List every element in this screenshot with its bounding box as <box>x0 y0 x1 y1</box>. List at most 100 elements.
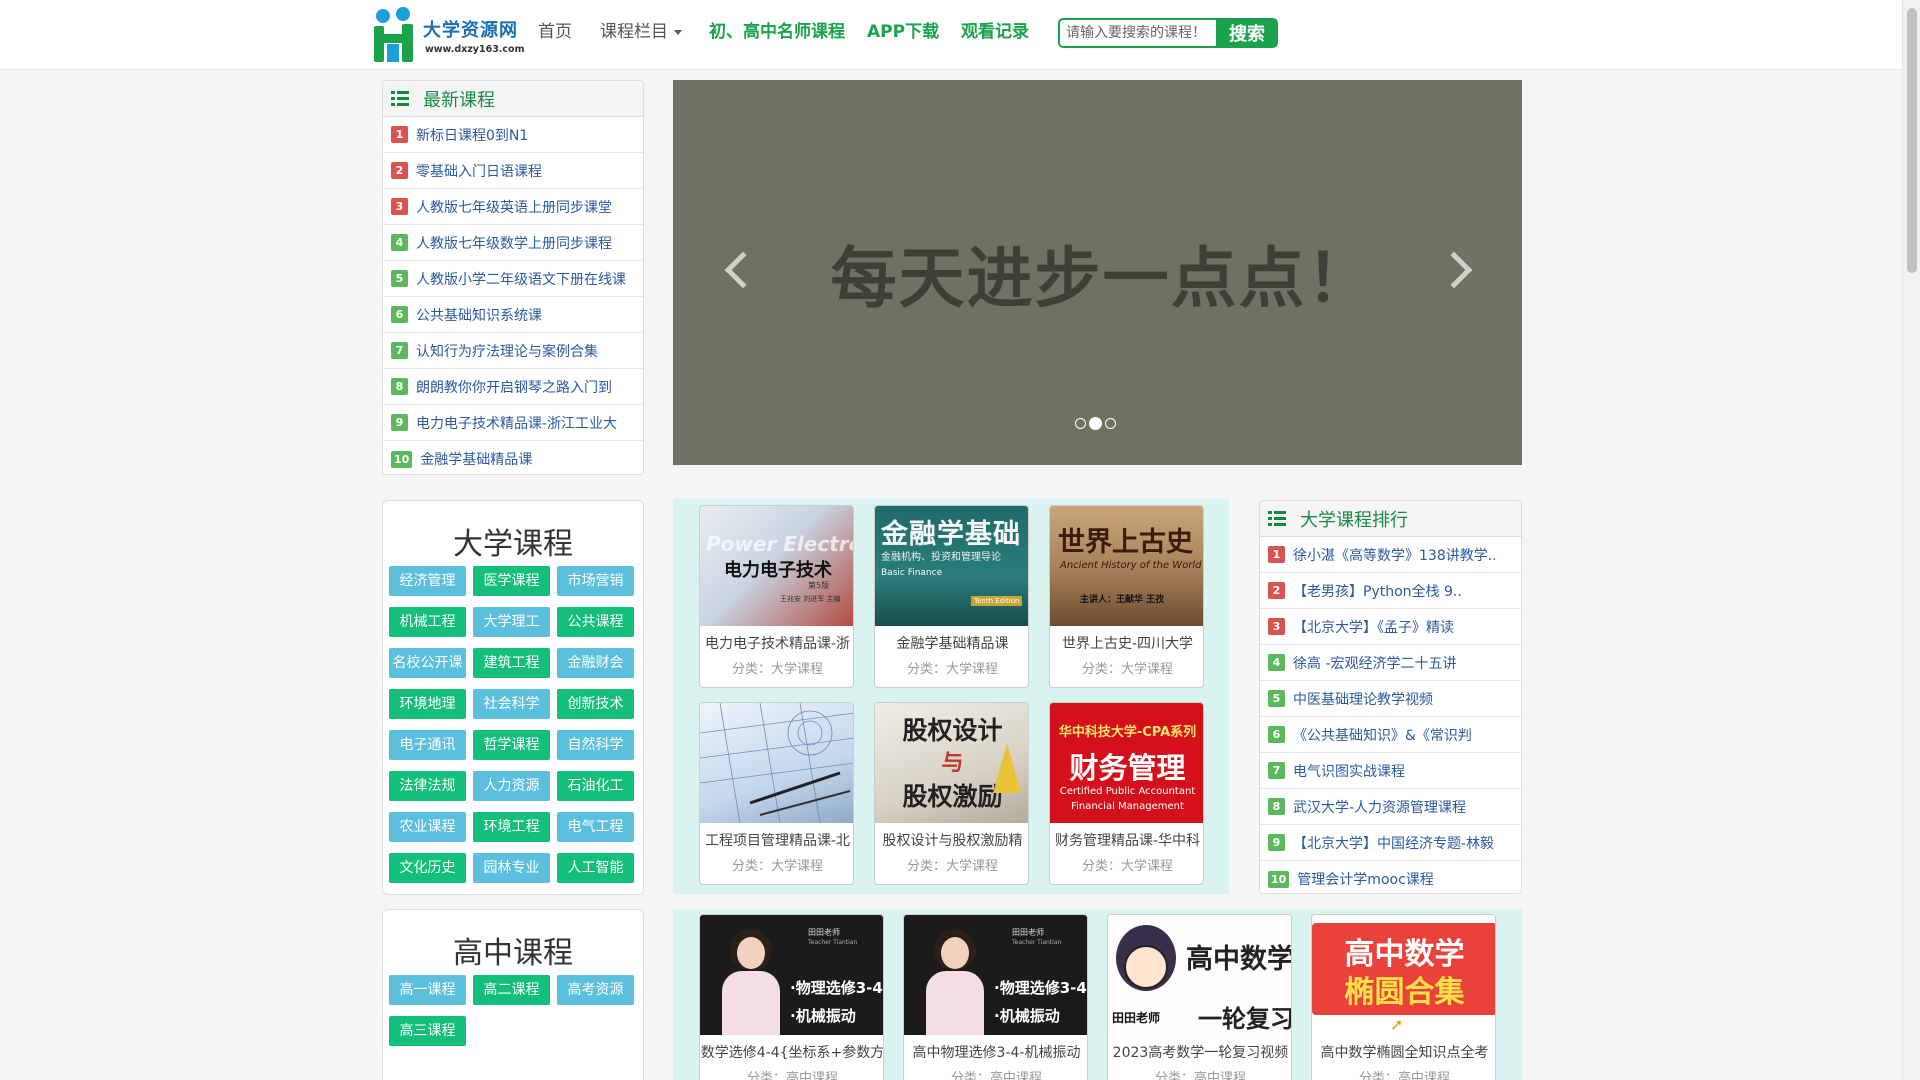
category-tag[interactable]: 创新技术 <box>557 689 634 719</box>
category-tag[interactable]: 电子通讯 <box>389 730 466 760</box>
rank-item-link[interactable]: 电力电子技术精品课-浙江工业大 <box>416 413 617 433</box>
rank-item[interactable]: 7 电气识图实战课程 <box>1260 753 1521 789</box>
rank-item[interactable]: 6 《公共基础知识》&《常识判 <box>1260 717 1521 753</box>
cover-line: ·机械振动 <box>790 1007 856 1025</box>
rank-item-link[interactable]: 武汉大学-人力资源管理课程 <box>1293 797 1466 817</box>
rank-item-link[interactable]: 人教版七年级数学上册同步课程 <box>416 233 612 253</box>
rank-item-link[interactable]: 徐高 -宏观经济学二十五讲 <box>1293 653 1457 673</box>
course-card[interactable]: 工程项目管理精品课-北 分类：大学课程 <box>699 702 854 885</box>
rank-item-link[interactable]: 【北京大学】中国经济专题-林毅 <box>1293 833 1494 853</box>
course-card[interactable]: 田田老师 Teacher Tiantian ·物理选修3-4 ·机械振动 高中物… <box>903 914 1088 1080</box>
scrollbar-thumb[interactable] <box>1907 8 1917 273</box>
course-card[interactable]: 高中数学 一轮复习 田田老师 2023高考数学一轮复习视频 分类：高中课程 <box>1107 914 1292 1080</box>
rank-item-link[interactable]: 【老男孩】Python全栈 9.. <box>1293 581 1462 601</box>
cover-english-line: Financial Management <box>1071 801 1184 812</box>
category-tag[interactable]: 农业课程 <box>389 812 466 842</box>
category-tag[interactable]: 高考资源 <box>557 975 634 1005</box>
rank-item-link[interactable]: 认知行为疗法理论与案例合集 <box>416 341 598 361</box>
category-tag[interactable]: 高二课程 <box>473 975 550 1005</box>
course-card[interactable]: 世界上古史 Ancient History of the World 主讲人：王… <box>1049 505 1204 688</box>
rank-item-link[interactable]: 【北京大学】《孟子》精读 <box>1293 617 1454 637</box>
course-card[interactable]: 华中科技大学-CPA系列 财务管理 Certified Public Accou… <box>1049 702 1204 885</box>
rank-item[interactable]: 10 金融学基础精品课 <box>383 441 643 474</box>
carousel-dot-active[interactable] <box>1089 417 1102 430</box>
search-input[interactable] <box>1058 18 1218 48</box>
rank-item[interactable]: 5 中医基础理论教学视频 <box>1260 681 1521 717</box>
rank-number-badge: 10 <box>391 450 413 468</box>
rank-item-link[interactable]: 公共基础知识系统课 <box>416 305 542 325</box>
rank-item[interactable]: 7 认知行为疗法理论与案例合集 <box>383 333 643 369</box>
category-tag[interactable]: 人工智能 <box>557 853 634 883</box>
nav-watch-history[interactable]: 观看记录 <box>961 0 1029 64</box>
rank-item[interactable]: 9 【北京大学】中国经济专题-林毅 <box>1260 825 1521 861</box>
rank-item-link[interactable]: 《公共基础知识》&《常识判 <box>1293 725 1472 745</box>
category-tag[interactable]: 建筑工程 <box>473 648 550 678</box>
course-card[interactable]: 股权设计 与 股权激励 股权设计与股权激励精 分类：大学课程 <box>874 702 1029 885</box>
rank-item[interactable]: 3 人教版七年级英语上册同步课堂 <box>383 189 643 225</box>
category-tag[interactable]: 环境地理 <box>389 689 466 719</box>
category-tag[interactable]: 自然科学 <box>557 730 634 760</box>
rank-item[interactable]: 9 电力电子技术精品课-浙江工业大 <box>383 405 643 441</box>
rank-item[interactable]: 6 公共基础知识系统课 <box>383 297 643 333</box>
category-tag[interactable]: 大学理工 <box>473 607 550 637</box>
rank-item-link[interactable]: 人教版七年级英语上册同步课堂 <box>416 197 612 217</box>
category-tag[interactable]: 高一课程 <box>389 975 466 1005</box>
nav-home[interactable]: 首页 <box>538 0 572 64</box>
rank-item[interactable]: 8 武汉大学-人力资源管理课程 <box>1260 789 1521 825</box>
category-tag[interactable]: 社会科学 <box>473 689 550 719</box>
rank-item-link[interactable]: 中医基础理论教学视频 <box>1293 689 1433 709</box>
rank-item-link[interactable]: 电气识图实战课程 <box>1293 761 1405 781</box>
category-tag[interactable]: 人力资源 <box>473 771 550 801</box>
rank-number-badge: 8 <box>1268 798 1285 815</box>
rank-item[interactable]: 4 人教版七年级数学上册同步课程 <box>383 225 643 261</box>
rank-item-link[interactable]: 新标日课程0到N1 <box>416 125 528 145</box>
category-tag[interactable]: 医学课程 <box>473 566 550 596</box>
rank-item-link[interactable]: 金融学基础精品课 <box>420 449 532 469</box>
course-cover: 股权设计 与 股权激励 <box>875 703 1028 823</box>
carousel-dot[interactable] <box>1105 418 1116 429</box>
banner-carousel[interactable]: 每天进步一点点！ <box>673 80 1522 465</box>
course-card[interactable]: 金融学基础 金融机构、投资和管理导论 Basic Finance Tenth E… <box>874 505 1029 688</box>
page-scrollbar[interactable] <box>1902 0 1920 1080</box>
search-button[interactable]: 搜索 <box>1216 18 1278 48</box>
category-tag[interactable]: 高三课程 <box>389 1016 466 1046</box>
rank-item[interactable]: 2 零基础入门日语课程 <box>383 153 643 189</box>
cover-english-line: Certified Public Accountant <box>1059 786 1196 797</box>
rank-item[interactable]: 8 朗朗教你你开启钢琴之路入门到 <box>383 369 643 405</box>
course-card[interactable]: Power Electronics 电力电子技术 第5版 王兆安 刘进军 主编 … <box>699 505 854 688</box>
rank-item[interactable]: 4 徐高 -宏观经济学二十五讲 <box>1260 645 1521 681</box>
category-tag[interactable]: 电气工程 <box>557 812 634 842</box>
rank-item[interactable]: 10 管理会计学mooc课程 <box>1260 861 1521 893</box>
cover-brand: 田田老师 <box>1112 1011 1161 1025</box>
site-logo[interactable]: 大学资源网 www.dxzy163.com <box>369 6 529 64</box>
course-title: 金融学基础精品课 <box>896 636 1009 652</box>
nav-highschool[interactable]: 初、高中名师课程 <box>709 0 845 64</box>
category-tag[interactable]: 经济管理 <box>389 566 466 596</box>
carousel-dot[interactable] <box>1075 418 1086 429</box>
rank-item-link[interactable]: 管理会计学mooc课程 <box>1297 869 1433 889</box>
rank-item-link[interactable]: 零基础入门日语课程 <box>416 161 542 181</box>
category-tag[interactable]: 市场营销 <box>557 566 634 596</box>
category-tag[interactable]: 哲学课程 <box>473 730 550 760</box>
rank-item[interactable]: 5 人教版小学二年级语文下册在线课 <box>383 261 643 297</box>
category-tag[interactable]: 环境工程 <box>473 812 550 842</box>
rank-item[interactable]: 3 【北京大学】《孟子》精读 <box>1260 609 1521 645</box>
rank-item-link[interactable]: 徐小湛《高等数学》138讲教学.. <box>1293 545 1497 565</box>
nav-app-download[interactable]: APP下载 <box>867 0 939 64</box>
category-tag[interactable]: 名校公开课 <box>389 648 466 678</box>
nav-courses-dropdown[interactable]: 课程栏目 <box>600 0 682 64</box>
course-card[interactable]: 田田老师 Teacher Tiantian ·物理选修3-4 ·机械振动 数学选… <box>699 914 884 1080</box>
course-card[interactable]: 高中数学 椭圆合集 ➚ 高中数学椭圆全知识点全考 分类：高中课程 <box>1311 914 1496 1080</box>
rank-item-link[interactable]: 人教版小学二年级语文下册在线课 <box>416 269 626 289</box>
category-tag[interactable]: 公共课程 <box>557 607 634 637</box>
category-tag[interactable]: 法律法规 <box>389 771 466 801</box>
rank-item[interactable]: 2 【老男孩】Python全栈 9.. <box>1260 573 1521 609</box>
category-tag[interactable]: 园林专业 <box>473 853 550 883</box>
rank-item[interactable]: 1 徐小湛《高等数学》138讲教学.. <box>1260 537 1521 573</box>
category-tag[interactable]: 文化历史 <box>389 853 466 883</box>
category-tag[interactable]: 金融财会 <box>557 648 634 678</box>
category-tag[interactable]: 机械工程 <box>389 607 466 637</box>
category-tag[interactable]: 石油化工 <box>557 771 634 801</box>
rank-item-link[interactable]: 朗朗教你你开启钢琴之路入门到 <box>416 377 612 397</box>
rank-item[interactable]: 1 新标日课程0到N1 <box>383 117 643 153</box>
